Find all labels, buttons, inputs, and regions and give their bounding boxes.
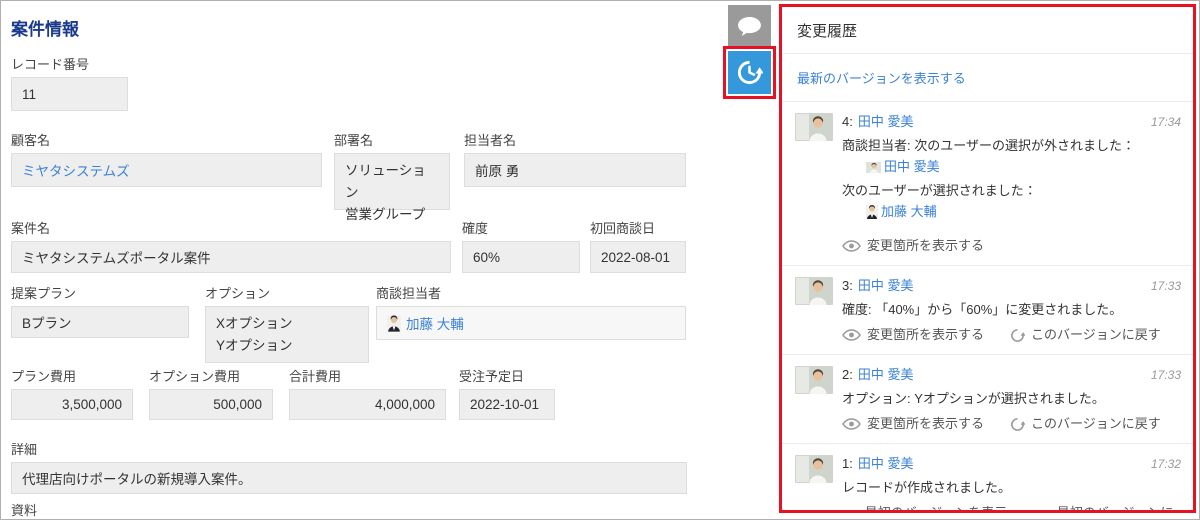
user-avatar — [795, 455, 833, 483]
sales-rep-link[interactable]: 加藤 大輔 — [406, 313, 464, 333]
revert-icon — [1010, 328, 1025, 343]
user-link[interactable]: 田中 愛美 — [858, 366, 914, 383]
revert-version-action[interactable]: このバージョンに戻す — [1010, 327, 1161, 343]
timestamp: 17:34 — [1151, 114, 1181, 131]
field-value: Xオプション Yオプション — [205, 306, 369, 363]
field-probability: 確度 60% — [462, 221, 580, 273]
user-avatar-icon — [387, 315, 401, 332]
field-detail: 詳細 代理店向けポータルの新規導入案件。 — [11, 442, 687, 494]
field-value: 11 — [11, 77, 128, 111]
field-value: 代理店向けポータルの新規導入案件。 — [11, 462, 687, 494]
field-plan-cost: プラン費用 3,500,000 — [11, 369, 133, 420]
version-number: 2: — [842, 366, 853, 383]
field-value: 4,000,000 — [289, 389, 446, 420]
user-link[interactable]: 田中 愛美 — [858, 277, 914, 294]
user-avatar-small — [866, 162, 881, 173]
field-label: 初回商談日 — [590, 221, 686, 236]
revert-first-version-action[interactable]: 最初のバージョンに戻す — [1038, 505, 1181, 513]
show-latest-version-link[interactable]: 最新のバージョンを表示する — [797, 71, 966, 86]
page-title: 案件情報 — [11, 15, 79, 40]
field-value: ソリューション 営業グループ — [334, 153, 450, 210]
user-avatar — [795, 277, 833, 305]
field-first-meeting-date: 初回商談日 2022-08-01 — [590, 221, 686, 273]
version-number: 3: — [842, 277, 853, 294]
field-department: 部署名 ソリューション 営業グループ — [334, 133, 450, 210]
comment-button[interactable] — [728, 5, 771, 48]
show-changes-action[interactable]: 変更箇所を表示する — [842, 416, 984, 432]
field-value: 前原 勇 — [464, 153, 686, 187]
field-label: 詳細 — [11, 442, 687, 457]
field-label: オプション — [205, 286, 369, 301]
timestamp: 17:33 — [1151, 367, 1181, 384]
panel-title: 変更履歴 — [782, 7, 1193, 54]
field-value: ミヤタシステムズポータル案件 — [11, 241, 451, 273]
history-button-highlight — [723, 46, 776, 99]
change-description: オプション: Yオプションが選択されました。 — [842, 389, 1181, 409]
field-record-number: レコード番号 11 — [11, 57, 128, 111]
field-value: 3,500,000 — [11, 389, 133, 420]
revert-icon — [1010, 417, 1025, 432]
record-history-icon — [736, 59, 763, 86]
added-user-link[interactable]: 加藤 大輔 — [881, 203, 937, 221]
revert-version-action[interactable]: このバージョンに戻す — [1010, 416, 1161, 432]
field-value: Bプラン — [11, 306, 189, 338]
field-material: 資料 — [11, 503, 37, 520]
field-label: 案件名 — [11, 221, 451, 236]
change-description: 商談担当者: 次のユーザーの選択が外されました： — [842, 136, 1181, 156]
field-label: 担当者名 — [464, 133, 686, 148]
timestamp: 17:33 — [1151, 278, 1181, 295]
field-label: 確度 — [462, 221, 580, 236]
history-entry: 3: 田中 愛美 17:33 確度: 「40%」から「60%」に変更されました。… — [782, 266, 1193, 355]
field-customer-name: 顧客名 ミヤタシステムズ — [11, 133, 322, 187]
field-label: 部署名 — [334, 133, 450, 148]
field-options: オプション Xオプション Yオプション — [205, 286, 369, 363]
field-proposal-plan: 提案プラン Bプラン — [11, 286, 189, 338]
removed-user-link[interactable]: 田中 愛美 — [884, 158, 940, 176]
field-label: 受注予定日 — [459, 369, 555, 384]
user-link[interactable]: 田中 愛美 — [858, 113, 914, 130]
history-entry: 1: 田中 愛美 17:32 レコードが作成されました。 最初のバージョンを表示… — [782, 444, 1193, 513]
field-value: 500,000 — [149, 389, 273, 420]
user-link[interactable]: 田中 愛美 — [858, 455, 914, 472]
field-label: プラン費用 — [11, 369, 133, 384]
user-avatar — [795, 113, 833, 141]
show-first-version-action[interactable]: 最初のバージョンを表示する — [842, 505, 1012, 513]
history-entry: 2: 田中 愛美 17:33 オプション: Yオプションが選択されました。 変更… — [782, 355, 1193, 444]
field-value: 60% — [462, 241, 580, 273]
timestamp: 17:32 — [1151, 456, 1181, 473]
field-expected-order-date: 受注予定日 2022-10-01 — [459, 369, 555, 420]
show-changes-action[interactable]: 変更箇所を表示する — [842, 238, 984, 254]
field-label: 資料 — [11, 503, 37, 518]
history-entry: 4: 田中 愛美 17:34 商談担当者: 次のユーザーの選択が外されました： … — [782, 102, 1193, 266]
eye-icon — [842, 240, 861, 252]
change-description: 次のユーザーが選択されました： — [842, 181, 1181, 201]
eye-icon — [842, 329, 861, 341]
comment-bubble-icon — [737, 16, 762, 37]
field-value: 2022-10-01 — [459, 389, 555, 420]
field-contact-name: 担当者名 前原 勇 — [464, 133, 686, 187]
field-option-cost: オプション費用 500,000 — [149, 369, 273, 420]
eye-icon — [842, 418, 861, 430]
field-label: 商談担当者 — [376, 286, 686, 301]
customer-link[interactable]: ミヤタシステムズ — [22, 160, 130, 180]
field-label: 顧客名 — [11, 133, 322, 148]
field-sales-rep: 商談担当者 加藤 大輔 — [376, 286, 686, 340]
show-changes-action[interactable]: 変更箇所を表示する — [842, 327, 984, 343]
field-label: レコード番号 — [11, 57, 128, 72]
user-avatar — [795, 366, 833, 394]
user-avatar-small — [866, 205, 878, 219]
field-label: 提案プラン — [11, 286, 189, 301]
version-number: 1: — [842, 455, 853, 472]
field-total-cost: 合計費用 4,000,000 — [289, 369, 446, 420]
change-description: 確度: 「40%」から「60%」に変更されました。 — [842, 300, 1181, 320]
change-history-panel: 変更履歴 最新のバージョンを表示する 4: 田中 愛美 17:34 商談担当者:… — [779, 4, 1196, 513]
field-value: 2022-08-01 — [590, 241, 686, 273]
change-description: レコードが作成されました。 — [842, 478, 1181, 498]
field-label: 合計費用 — [289, 369, 446, 384]
record-detail-screen: 案件情報 レコード番号 11 顧客名 ミヤタシステムズ 部署名 ソリューション … — [0, 0, 1200, 520]
field-case-name: 案件名 ミヤタシステムズポータル案件 — [11, 221, 451, 273]
history-button[interactable] — [728, 51, 771, 94]
version-number: 4: — [842, 113, 853, 130]
field-label: オプション費用 — [149, 369, 273, 384]
